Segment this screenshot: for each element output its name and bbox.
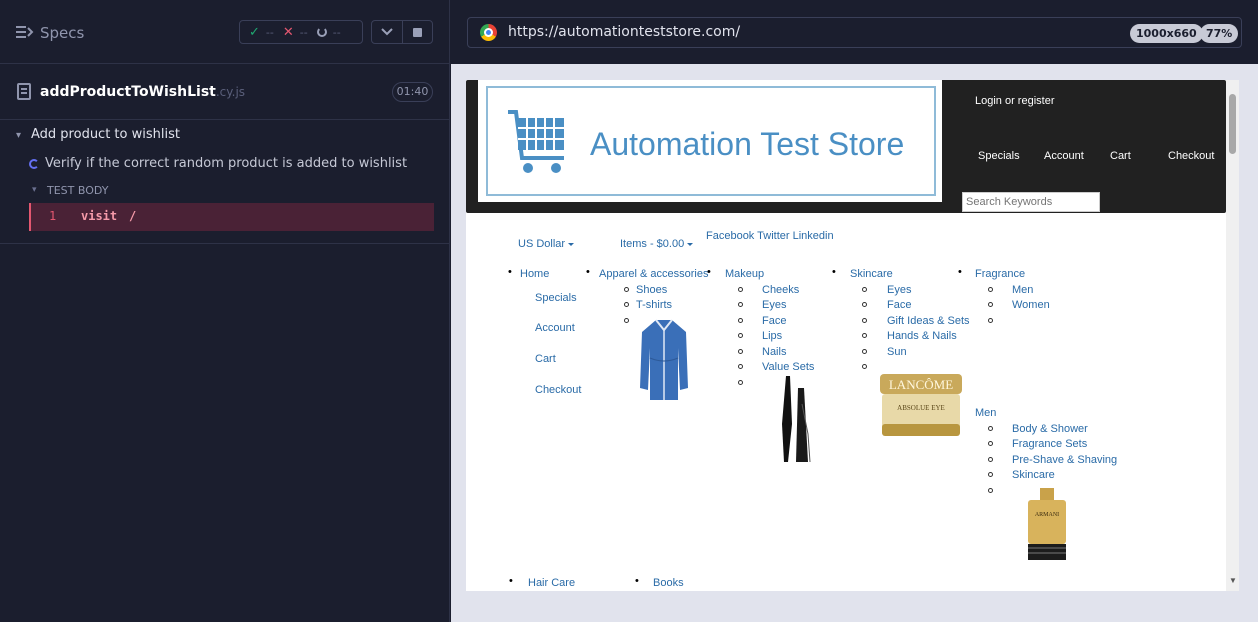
chrome-icon: [480, 24, 497, 41]
chevron-down-icon: [381, 28, 393, 36]
topnav-checkout[interactable]: Checkout: [1168, 150, 1214, 162]
apparel-sub-shoes[interactable]: Shoes: [636, 284, 667, 296]
suite-title[interactable]: Add product to wishlist: [31, 127, 180, 142]
skincare-sub-face[interactable]: Face: [887, 299, 911, 311]
spec-file-name[interactable]: addProductToWishList.cy.js: [40, 84, 245, 100]
store-logo-text: Automation Test Store: [590, 126, 905, 162]
store-header: Automation Test Store Login or register …: [466, 80, 1226, 213]
men-sub-pre-shave[interactable]: Pre-Shave & Shaving: [1012, 454, 1117, 466]
expand-chevron-button[interactable]: [372, 21, 403, 43]
application-under-test: Automation Test Store Login or register …: [466, 80, 1239, 591]
men-section-heading[interactable]: Men: [975, 407, 996, 419]
skincare-sub-hands-nails[interactable]: Hands & Nails: [887, 330, 957, 342]
cart-items-dropdown[interactable]: Items - $0.00: [620, 238, 694, 250]
perfume-product-image[interactable]: ARMANI: [1022, 486, 1072, 566]
topnav-account[interactable]: Account: [1044, 150, 1084, 162]
specs-header: Specs ✓ -- ✕ -- --: [0, 0, 450, 64]
spec-file-header: addProductToWishList.cy.js 01:40: [0, 64, 450, 120]
chevron-down-icon[interactable]: ▾: [32, 185, 37, 195]
home-sub-account[interactable]: Account: [535, 322, 575, 334]
menu-skincare[interactable]: Skincare: [850, 268, 893, 280]
x-icon: ✕: [282, 24, 294, 40]
skincare-sub-gift-ideas[interactable]: Gift Ideas & Sets: [887, 315, 970, 327]
command-number: 1: [49, 209, 57, 223]
app-preview-area: Automation Test Store Login or register …: [451, 64, 1258, 622]
scroll-down-arrow-icon[interactable]: ▼: [1229, 576, 1237, 585]
menu-apparel[interactable]: Apparel & accessories: [599, 268, 708, 280]
spec-file-extension: .cy.js: [215, 85, 246, 99]
men-sub-body-shower[interactable]: Body & Shower: [1012, 423, 1088, 435]
test-stats: ✓ -- ✕ -- --: [239, 20, 363, 44]
specs-list-icon[interactable]: [16, 24, 34, 40]
skincare-sub-eyes[interactable]: Eyes: [887, 284, 911, 296]
shirt-product-image[interactable]: [638, 318, 690, 402]
divider: [0, 243, 450, 244]
run-controls: [371, 20, 433, 44]
failed-count: --: [299, 25, 308, 39]
menu-hair-care[interactable]: Hair Care: [528, 577, 575, 589]
mascara-product-image[interactable]: [778, 374, 818, 466]
check-icon: ✓: [249, 24, 260, 40]
running-spinner-icon: [29, 159, 39, 169]
apparel-sub-tshirts[interactable]: T-shirts: [636, 299, 672, 311]
cream-brand-label: LANCÔME: [889, 377, 953, 392]
makeup-sub-value-sets[interactable]: Value Sets: [762, 361, 814, 373]
skincare-sub-sun[interactable]: Sun: [887, 346, 907, 358]
caret-down-icon: [568, 242, 575, 246]
men-sub-fragrance-sets[interactable]: Fragrance Sets: [1012, 438, 1087, 450]
specs-label[interactable]: Specs: [40, 24, 84, 42]
command-message: /: [129, 209, 137, 223]
makeup-sub-eyes[interactable]: Eyes: [762, 299, 786, 311]
test-body-label[interactable]: TEST BODY: [47, 184, 108, 197]
page-scrollbar[interactable]: ▼: [1226, 80, 1239, 591]
men-sub-skincare[interactable]: Skincare: [1012, 469, 1055, 481]
makeup-sub-lips[interactable]: Lips: [762, 330, 782, 342]
eye-cream-product-image[interactable]: LANCÔME ABSOLUE EYE: [878, 372, 964, 440]
pending-stat: --: [316, 25, 341, 39]
command-row[interactable]: 1 visit /: [29, 203, 434, 231]
chevron-down-icon[interactable]: ▾: [16, 130, 21, 141]
menu-books[interactable]: Books: [653, 577, 684, 589]
topnav-cart[interactable]: Cart: [1110, 150, 1131, 162]
pending-circle-icon: [316, 27, 327, 37]
menu-makeup[interactable]: Makeup: [725, 268, 764, 280]
stop-icon: [412, 27, 422, 37]
pending-count: --: [332, 25, 341, 39]
store-logo[interactable]: Automation Test Store: [478, 80, 942, 202]
currency-dropdown[interactable]: US Dollar: [518, 238, 575, 250]
run-duration: 01:40: [392, 82, 433, 102]
makeup-sub-cheeks[interactable]: Cheeks: [762, 284, 799, 296]
scrollbar-thumb[interactable]: [1229, 94, 1236, 154]
passed-stat: ✓ --: [249, 25, 274, 40]
makeup-sub-nails[interactable]: Nails: [762, 346, 786, 358]
viewport-size-badge[interactable]: 1000x660: [1130, 24, 1203, 43]
search-input[interactable]: [962, 192, 1100, 212]
document-icon: [17, 83, 31, 100]
home-sub-specials[interactable]: Specials: [535, 292, 577, 304]
login-register-link[interactable]: Login or register: [975, 95, 1055, 107]
menu-home[interactable]: Home: [520, 268, 549, 280]
url-bar[interactable]: https://automationteststore.com/ 1000x66…: [467, 17, 1242, 48]
browser-toolbar: https://automationteststore.com/ 1000x66…: [451, 0, 1258, 64]
home-sub-checkout[interactable]: Checkout: [535, 384, 581, 396]
fragrance-sub-women[interactable]: Women: [1012, 299, 1050, 311]
home-sub-cart[interactable]: Cart: [535, 353, 556, 365]
topnav-specials[interactable]: Specials: [978, 150, 1020, 162]
failed-stat: ✕ --: [283, 25, 308, 40]
zoom-badge[interactable]: 77%: [1200, 24, 1239, 43]
social-links[interactable]: Facebook Twitter Linkedin: [706, 230, 834, 242]
caret-down-icon: [687, 242, 694, 246]
command-name: visit: [81, 209, 118, 223]
stop-button[interactable]: [403, 21, 433, 43]
passed-count: --: [265, 25, 274, 39]
perfume-brand-label: ARMANI: [1035, 512, 1059, 518]
cream-name-label: ABSOLUE EYE: [897, 404, 945, 412]
command-log-panel: Specs ✓ -- ✕ -- -- addProductToWishList.…: [0, 0, 450, 622]
menu-fragrance[interactable]: Fragrance: [975, 268, 1025, 280]
shopping-cart-icon: [508, 110, 564, 173]
url-text[interactable]: https://automationteststore.com/: [508, 24, 740, 40]
makeup-sub-face[interactable]: Face: [762, 315, 786, 327]
fragrance-sub-men[interactable]: Men: [1012, 284, 1033, 296]
test-title[interactable]: Verify if the correct random product is …: [45, 156, 407, 171]
